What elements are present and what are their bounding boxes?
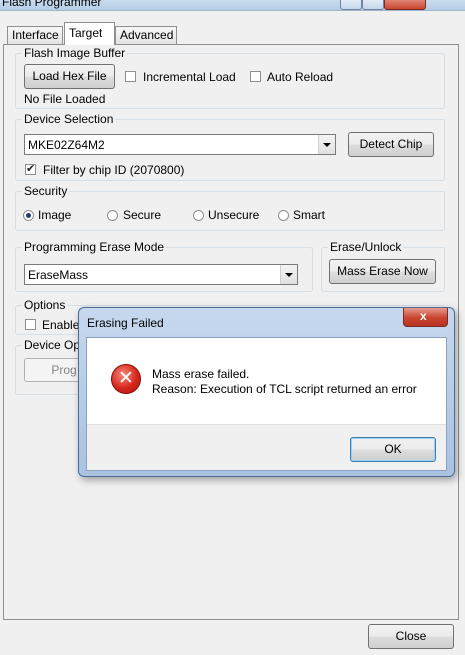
detect-chip-button[interactable]: Detect Chip <box>348 132 434 157</box>
maximize-button[interactable] <box>362 0 384 10</box>
security-legend: Security <box>22 184 70 198</box>
filter-by-chip-id-label: Filter by chip ID (2070800) <box>43 163 185 177</box>
security-label-secure: Secure <box>123 208 162 222</box>
load-hex-file-button[interactable]: Load Hex File <box>24 64 115 89</box>
erase-unlock-legend: Erase/Unlock <box>328 240 404 254</box>
file-status-text: No File Loaded <box>24 92 106 106</box>
enable-checkbox[interactable] <box>25 319 36 330</box>
security-label-image: Image <box>38 208 72 222</box>
dialog-close-button[interactable]: x <box>403 308 448 327</box>
security-label-unsecure: Unsecure <box>208 208 260 222</box>
error-icon: ✕ <box>111 364 141 394</box>
dialog-message-line1: Mass erase failed. <box>152 367 250 381</box>
incremental-load-label: Incremental Load <box>143 70 236 84</box>
tab-advanced[interactable]: Advanced <box>115 26 177 44</box>
filter-by-chip-id-checkbox[interactable]: ✔ <box>25 163 36 175</box>
security-label-smart: Smart <box>293 208 326 222</box>
security-radio-smart[interactable] <box>278 210 289 221</box>
dialog-message-line2: Reason: Execution of TCL script returned… <box>152 382 417 396</box>
device-selection-legend: Device Selection <box>22 112 116 126</box>
tab-interface-label: Interface <box>12 28 59 42</box>
window-close-button[interactable] <box>384 0 426 10</box>
mass-erase-now-button[interactable]: Mass Erase Now <box>329 259 436 284</box>
options-legend: Options <box>22 298 68 312</box>
window-titlebar: Flash Programmer <box>0 0 465 11</box>
tab-target-label: Target <box>69 26 103 40</box>
erase-mode-select[interactable]: EraseMass <box>24 264 298 285</box>
programming-erase-mode-legend: Programming Erase Mode <box>22 240 167 254</box>
flash-image-buffer-legend: Flash Image Buffer <box>22 46 128 60</box>
erasing-failed-dialog: Erasing Failed x ✕ Mass erase failed. Re… <box>78 307 455 477</box>
auto-reload-checkbox[interactable] <box>250 71 261 82</box>
radio-selected-dot <box>26 213 31 218</box>
security-radio-unsecure[interactable] <box>193 210 204 221</box>
dialog-title: Erasing Failed <box>87 316 164 330</box>
security-radio-secure[interactable] <box>107 210 118 221</box>
device-select[interactable]: MKE02Z64M2 <box>24 134 336 155</box>
device-select-value: MKE02Z64M2 <box>28 138 105 152</box>
chevron-down-icon[interactable] <box>280 265 297 284</box>
dialog-footer: OK <box>87 424 446 470</box>
auto-reload-label: Auto Reload <box>267 70 334 84</box>
minimize-button[interactable] <box>340 0 362 10</box>
security-radio-image[interactable] <box>23 210 34 221</box>
close-button[interactable]: Close <box>368 624 454 649</box>
erase-mode-value: EraseMass <box>28 268 89 282</box>
checkmark-icon: ✔ <box>26 163 36 175</box>
tab-target[interactable]: Target <box>64 22 115 45</box>
incremental-load-checkbox[interactable] <box>125 71 136 82</box>
ok-button[interactable]: OK <box>350 437 436 462</box>
tab-advanced-label: Advanced <box>120 28 174 42</box>
close-icon: x <box>420 309 427 323</box>
enable-label: Enable <box>42 318 80 332</box>
tab-interface[interactable]: Interface <box>7 26 63 44</box>
dialog-body: ✕ Mass erase failed. Reason: Execution o… <box>86 337 447 471</box>
chevron-down-icon[interactable] <box>318 135 335 154</box>
window-title: Flash Programmer <box>2 0 102 9</box>
device-operations-legend: Device Op <box>22 338 83 352</box>
